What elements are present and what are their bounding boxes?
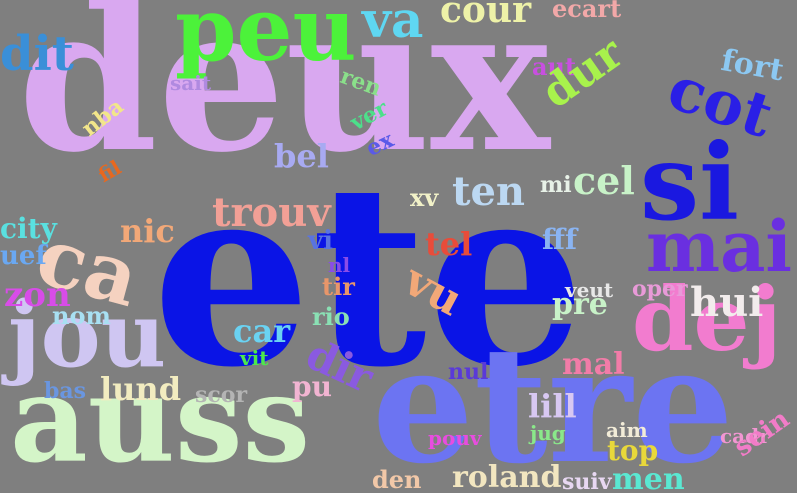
word-jug: jug xyxy=(530,421,566,445)
word-fff: fff xyxy=(542,223,578,256)
word-dit: dit xyxy=(0,26,74,82)
word-car: car xyxy=(233,312,291,350)
word-nic: nic xyxy=(120,212,175,250)
word-peu: peu xyxy=(175,0,357,81)
word-rio: rio xyxy=(312,302,350,331)
word-vi: vi xyxy=(308,226,333,256)
word-sait: sait xyxy=(170,71,212,95)
word-ten: ten xyxy=(452,168,526,215)
word-scor: scor xyxy=(195,382,248,408)
word-tel: tel xyxy=(425,225,473,263)
word-mal: mal xyxy=(562,347,625,382)
word-cel: cel xyxy=(573,158,635,203)
word-mai: mai xyxy=(646,205,793,288)
word-uef: uef xyxy=(0,241,47,271)
word-sein: sein xyxy=(728,403,796,463)
word-tir: tir xyxy=(322,272,355,301)
word-den: den xyxy=(372,465,422,493)
word-pre: pre xyxy=(552,287,608,322)
word-pu: pu xyxy=(292,370,332,403)
word-top: top xyxy=(607,434,659,467)
word-ecart: ecart xyxy=(552,0,622,23)
word-oper: oper xyxy=(632,276,688,302)
word-lund: lund xyxy=(100,370,182,408)
word-men: men xyxy=(612,462,685,493)
word-mi: mi xyxy=(540,172,572,198)
word-bas: bas xyxy=(44,378,87,404)
word-hui: hui xyxy=(690,279,764,326)
word-roland: roland xyxy=(452,460,562,493)
word-vit: vit xyxy=(240,346,269,370)
word-city: city xyxy=(0,212,57,245)
word-bel: bel xyxy=(274,137,329,175)
word-cloud: ete deux etre auss si peu jou dej ca mai cot va dit c… xyxy=(0,0,797,493)
word-suiv: suiv xyxy=(562,469,612,493)
word-nul: nul xyxy=(448,359,489,385)
word-lill: lill xyxy=(528,387,577,425)
word-xv: xv xyxy=(410,183,439,212)
word-nom: nom xyxy=(52,301,111,330)
word-cour: cour xyxy=(440,0,532,31)
word-va: va xyxy=(362,0,424,49)
word-pouv: pouv xyxy=(428,426,482,450)
